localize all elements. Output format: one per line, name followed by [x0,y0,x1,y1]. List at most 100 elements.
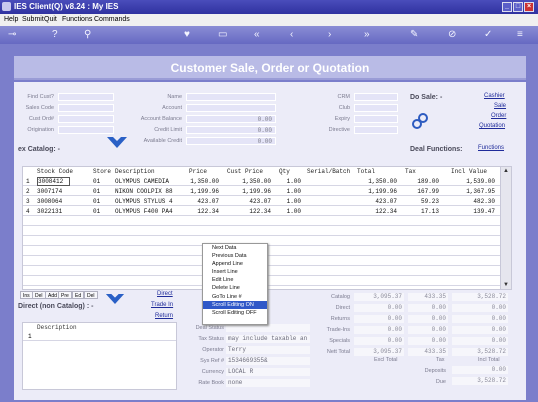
heart-icon[interactable]: ♥ [184,29,190,41]
col-total[interactable]: Total [357,168,375,175]
sale-link[interactable]: Sale [494,103,506,109]
return-link[interactable]: Return [155,313,173,319]
direct-grid[interactable]: Description 1 [22,322,177,390]
context-menu-item[interactable]: Previous Data [203,252,267,260]
menu-functions[interactable]: Functions [62,14,92,26]
deal-value[interactable]: Terry [226,346,310,354]
menu-help[interactable]: Help [4,14,18,26]
minimize-button[interactable]: _ [502,2,512,12]
direct-link[interactable]: Direct [157,291,173,297]
cell-qty: 1.00 [286,178,301,185]
grid-scrollbar[interactable]: ▲ ▼ [500,167,511,289]
table-row[interactable]: 1 3008412 01 OLYMPUS CAMEDIA 1,350.00 1,350.0… [23,177,501,186]
list-icon[interactable]: ≡ [517,29,523,41]
cell-desc: NIKON COOLPIX 88 [115,188,173,195]
do-sale-label: Do Sale: - [410,94,443,101]
table-row[interactable]: 4 3022131 01 OLYMPUS F400 PA4 122.34 122.34 1.… [23,207,501,216]
expiry-input[interactable] [354,115,398,123]
totals-label: Catalog [331,294,350,300]
deposits-value[interactable]: 0.00 [452,366,508,374]
deal-value[interactable]: may include taxable an [226,335,310,343]
close-button[interactable]: × [524,2,534,12]
cell-code[interactable]: 3008412 [37,177,71,186]
context-menu-item[interactable]: Append Line [203,260,267,268]
sales-code-input[interactable] [58,104,114,112]
cell-desc: OLYMPUS STYLUS 4 [115,198,173,205]
col-tax[interactable]: Tax [405,168,416,175]
context-menu-item[interactable]: GoTo Line # [203,293,267,301]
scroll-down-icon[interactable]: ▼ [503,282,509,288]
col-price[interactable]: Price [189,168,207,175]
fast-forward-icon[interactable]: » [364,29,370,41]
name-field[interactable] [186,93,276,101]
origination-input[interactable] [58,126,114,134]
search-icon[interactable]: ⚲ [84,29,91,41]
direct-row[interactable]: 1 [23,332,176,341]
deal-value[interactable] [226,324,310,332]
cashier-link[interactable]: Cashier [484,93,505,99]
crm-input[interactable] [354,93,398,101]
context-menu-item[interactable]: Delete Line [203,284,267,292]
menu-quit[interactable]: Quit [44,14,57,26]
col-cust-price[interactable]: Cust Price [227,168,263,175]
scroll-up-icon[interactable]: ▲ [503,168,509,174]
cust-ord-input[interactable] [58,115,114,123]
functions-link[interactable]: Functions [478,145,504,151]
cell-cprice: 1,350.00 [242,178,271,185]
col-serial-batch[interactable]: Serial/Batch [307,168,350,175]
cell-cprice: 1,199.96 [242,188,271,195]
cell-code[interactable]: 3022131 [37,207,62,216]
trade-in-link[interactable]: Trade In [151,302,173,308]
page-banner: Customer Sale, Order or Quotation [14,56,526,80]
find-cust-input[interactable] [58,93,114,101]
quotation-link[interactable]: Quotation [479,123,505,129]
col-store[interactable]: Store [93,168,111,175]
expand-down-icon[interactable] [106,136,128,150]
col-qty[interactable]: Qty [279,168,290,175]
cell-code[interactable]: 3007174 [37,187,62,196]
tab-ed[interactable]: Ed [72,291,85,299]
check-icon[interactable]: ✓ [484,29,492,41]
account-field[interactable] [186,104,276,112]
forward-icon[interactable]: › [328,29,331,41]
tab-pre[interactable]: Pre [58,291,72,299]
tab-del-2[interactable]: Del [84,291,98,299]
rewind-icon[interactable]: « [254,29,260,41]
key-icon[interactable]: ⊸ [8,29,16,41]
col-stock-code[interactable]: Stock Code [37,168,73,175]
table-row[interactable]: 2 3007174 01 NIKON COOLPIX 88 1,199.96 1,199.… [23,187,501,196]
context-menu-item[interactable]: Scroll Editing OFF [203,309,267,317]
deal-value[interactable]: none [226,379,310,387]
cancel-icon[interactable]: ⊘ [448,29,456,41]
table-row[interactable] [23,217,501,226]
context-menu-item[interactable]: Insert Line [203,268,267,276]
deal-value[interactable]: LOCAL R [226,368,310,376]
table-row[interactable]: 3 3008064 01 OLYMPUS STYLUS 4 423.07 423.07 1.… [23,197,501,206]
maximize-button[interactable]: □ [513,2,523,12]
direct-row-number: 1 [28,333,32,340]
club-input[interactable] [354,104,398,112]
col-direct-description[interactable]: Description [37,324,77,331]
tab-del[interactable]: Del [32,291,46,299]
context-menu-item[interactable]: Edit Line [203,276,267,284]
back-icon[interactable]: ‹ [290,29,293,41]
table-row[interactable] [23,227,501,236]
deposits-label: Deposits [424,368,446,374]
col-description[interactable]: Description [115,168,155,175]
help-icon[interactable]: ? [52,29,58,41]
edit-icon[interactable]: ✎ [410,29,418,41]
deal-value[interactable]: 1534669355& [226,357,310,365]
collapse-down-icon[interactable] [105,293,125,306]
link-chain-icon[interactable] [411,112,429,130]
menu-commands[interactable]: Commands [94,14,130,26]
copy-icon[interactable]: ▭ [218,29,227,41]
tab-ins[interactable]: Ins [20,291,33,299]
cell-code[interactable]: 3008064 [37,197,62,206]
directive-input[interactable] [354,126,398,134]
context-menu-item[interactable]: Scroll Editing ON [203,300,267,309]
order-link[interactable]: Order [491,113,506,119]
context-menu-item[interactable]: Next Data [203,244,267,252]
col-incl-value[interactable]: Incl Value [451,168,487,175]
window-title: IES Client(Q) v8.24 : My IES [14,2,119,11]
menu-submit[interactable]: Submit [22,14,44,26]
